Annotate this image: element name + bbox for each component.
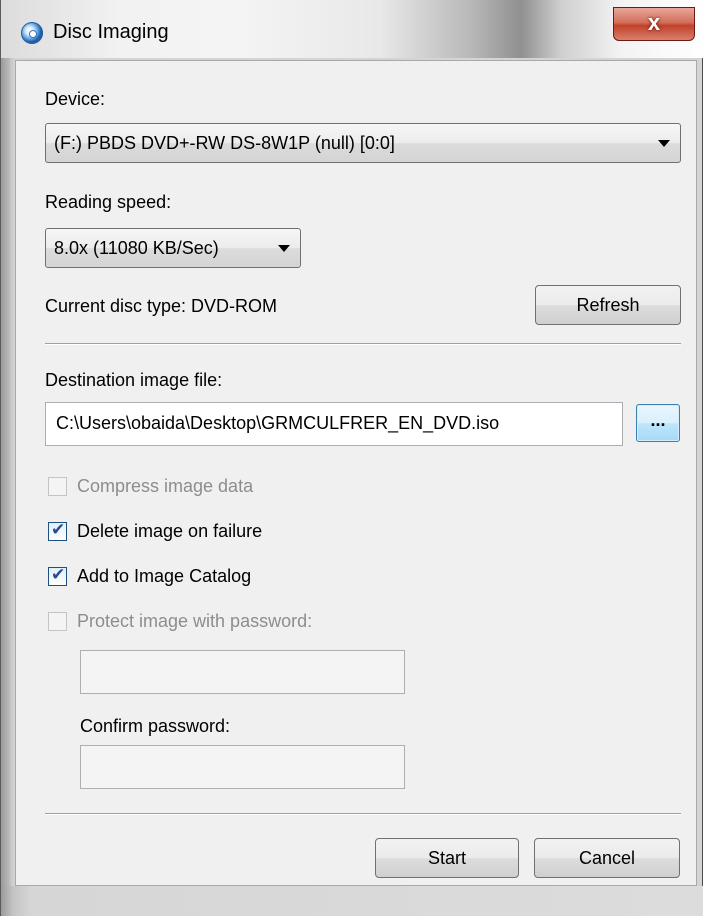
destination-path-value: C:\Users\obaida\Desktop\GRMCULFRER_EN_DV… (56, 413, 500, 433)
disc-imaging-window: Disc Imaging x Device: (F:) PBDS DVD+-RW… (0, 0, 703, 916)
device-select[interactable]: (F:) PBDS DVD+-RW DS-8W1P (null) [0:0] (45, 123, 681, 163)
add-to-catalog-label: Add to Image Catalog (77, 566, 252, 586)
start-button[interactable]: Start (375, 838, 519, 878)
window-bottom-edge (1, 886, 703, 916)
divider (45, 813, 681, 815)
confirm-password-input[interactable] (80, 745, 405, 789)
disc-imaging-icon (21, 22, 43, 44)
protect-password-checkbox[interactable] (48, 612, 67, 631)
destination-path-input[interactable]: C:\Users\obaida\Desktop\GRMCULFRER_EN_DV… (45, 402, 623, 446)
browse-button[interactable]: ... (636, 404, 680, 442)
cancel-button[interactable]: Cancel (534, 838, 680, 878)
confirm-password-label: Confirm password: (80, 716, 231, 736)
window-title: Disc Imaging (53, 21, 169, 43)
delete-on-failure-label: Delete image on failure (77, 521, 263, 541)
checkmark-icon: ✔ (51, 565, 66, 585)
device-label: Device: (45, 89, 106, 109)
chevron-down-icon (658, 140, 670, 147)
compress-image-label: Compress image data (77, 476, 254, 496)
reading-speed-select[interactable]: 8.0x (11080 KB/Sec) (45, 228, 301, 268)
divider (45, 343, 681, 345)
destination-label: Destination image file: (45, 370, 223, 390)
refresh-button[interactable]: Refresh (535, 285, 681, 325)
checkmark-icon: ✔ (51, 520, 66, 540)
reading-speed-select-value: 8.0x (11080 KB/Sec) (54, 238, 219, 258)
add-to-catalog-checkbox[interactable]: ✔ (48, 565, 67, 586)
device-select-value: (F:) PBDS DVD+-RW DS-8W1P (null) [0:0] (54, 133, 395, 153)
delete-on-failure-checkbox[interactable]: ✔ (48, 520, 67, 541)
compress-image-checkbox[interactable] (48, 477, 67, 496)
protect-password-label: Protect image with password: (77, 611, 313, 631)
title-bar[interactable]: Disc Imaging x (1, 0, 703, 58)
chevron-down-icon (278, 245, 290, 252)
password-input[interactable] (80, 650, 405, 694)
current-disc-type: Current disc type: DVD-ROM (45, 296, 278, 316)
reading-speed-label: Reading speed: (45, 192, 172, 212)
close-button[interactable]: x (613, 7, 695, 41)
